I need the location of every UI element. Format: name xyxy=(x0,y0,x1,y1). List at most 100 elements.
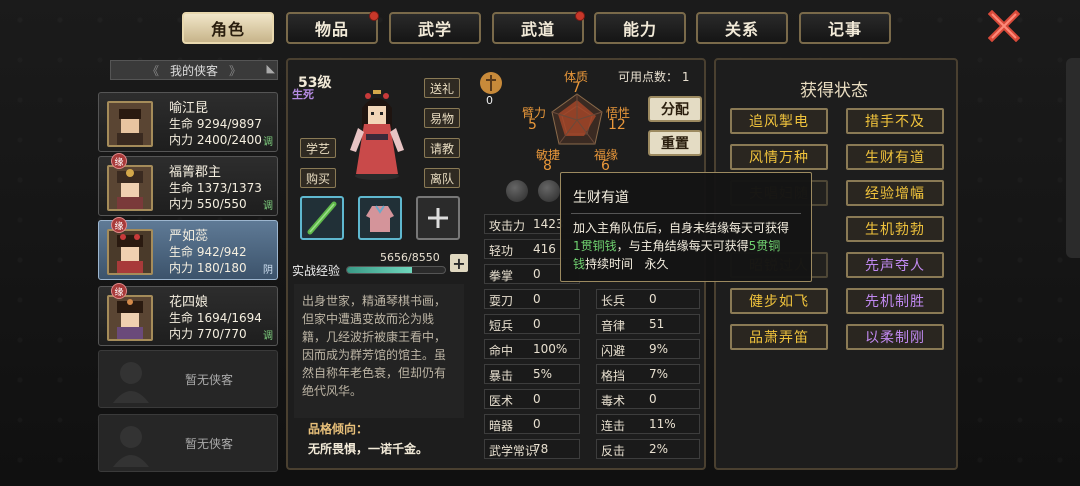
stat-name: 暴击 xyxy=(489,369,514,383)
token-count: 0 xyxy=(486,94,493,107)
tab-label: 能力 xyxy=(622,20,657,39)
assign-button[interactable]: 分配 xyxy=(648,96,702,122)
tab-label: 关系 xyxy=(724,20,759,39)
reset-button[interactable]: 重置 xyxy=(648,130,702,156)
stat-value: 0 xyxy=(533,292,541,306)
weapon-slot[interactable] xyxy=(300,196,344,240)
exp-progress-fill xyxy=(347,267,412,273)
consult-button[interactable]: 请教 xyxy=(424,138,460,158)
hero-portrait xyxy=(107,101,153,147)
status-buff[interactable]: 以柔制刚 xyxy=(846,324,944,350)
hero-name: 福箐郡主 xyxy=(169,165,222,180)
notification-dot xyxy=(575,11,585,21)
stat-value: 1423 xyxy=(533,217,564,231)
stat-cell: 音律 51 xyxy=(596,314,700,334)
status-buff[interactable]: 先机制胜 xyxy=(846,288,944,314)
tab-martial-way[interactable]: 武道 xyxy=(492,11,585,44)
tooltip-highlight: 1贯铜钱 xyxy=(573,239,617,253)
status-buff[interactable]: 追风掣电 xyxy=(730,108,828,134)
chevron-left-icon[interactable]: 《 xyxy=(147,62,159,79)
status-buff[interactable]: 经验增幅 xyxy=(846,180,944,206)
close-icon[interactable] xyxy=(988,10,1020,42)
personality-text: 无所畏惧，一诺千金。 xyxy=(308,442,429,456)
tooltip-line: 1贯铜钱，与主角结缘每天可获得5贯铜 xyxy=(573,237,805,254)
hero-portrait xyxy=(107,229,153,275)
points-label: 可用点数： xyxy=(618,70,679,84)
exp-label: 实战经验 xyxy=(292,264,341,278)
hero-tag: 调 xyxy=(263,201,273,212)
armor-slot[interactable] xyxy=(358,196,402,240)
hero-name: 花四娘 xyxy=(169,295,209,310)
stat-value: 2% xyxy=(649,442,669,456)
potion-slot-icon[interactable] xyxy=(538,180,560,202)
stat-name: 医术 xyxy=(489,394,514,408)
personality-title: 品格倾向： xyxy=(308,422,369,436)
stat-value: 100% xyxy=(533,342,568,356)
stat-name: 命中 xyxy=(489,344,514,358)
character-sprite xyxy=(350,90,404,180)
hero-tag: 阴 xyxy=(263,265,273,276)
tab-items[interactable]: 物品 xyxy=(286,11,379,44)
toggle-icon[interactable]: ◣ xyxy=(267,62,275,75)
stat-cell: 毒术 0 xyxy=(596,389,700,409)
tab-label: 记事 xyxy=(827,20,862,39)
hero-card[interactable]: 缘 福箐郡主 生命 1373/1373 内力 550/550 调 xyxy=(98,153,278,216)
learn-button[interactable]: 学艺 xyxy=(300,138,336,158)
side-drawer-handle[interactable] xyxy=(1066,58,1080,258)
status-buff[interactable]: 健步如飞 xyxy=(730,288,828,314)
hero-list-header: 《 我的侠客 》 ◣ xyxy=(110,60,278,80)
hero-mp: 内力 550/550 xyxy=(169,197,247,211)
hero-card[interactable]: 缘 花四娘 生命 1694/1694 内力 770/770 调 xyxy=(98,283,278,346)
chevron-right-icon[interactable]: 》 xyxy=(229,62,241,79)
add-equipment-slot[interactable] xyxy=(416,196,460,240)
tab-character[interactable]: 角色 xyxy=(182,12,274,44)
tooltip-highlight: 钱 xyxy=(573,257,586,271)
bond-badge: 缘 xyxy=(111,217,127,233)
status-panel-title: 获得状态 xyxy=(800,81,868,101)
tab-journal[interactable]: 记事 xyxy=(799,12,891,44)
potion-slot-icon[interactable] xyxy=(506,180,528,202)
tab-label: 物品 xyxy=(314,20,349,39)
stat-cell: 格挡 7% xyxy=(596,364,700,384)
stat-cell: 长兵 0 xyxy=(596,289,700,309)
robe-icon xyxy=(366,205,394,232)
stat-cell: 暗器 0 xyxy=(484,414,580,434)
status-buff[interactable]: 措手不及 xyxy=(846,108,944,134)
tooltip-duration-value: 永久 xyxy=(644,257,669,271)
hero-hp: 生命 9294/9897 xyxy=(169,117,262,131)
status-buff[interactable]: 风情万种 xyxy=(730,144,828,170)
bond-badge: 缘 xyxy=(111,283,127,299)
leave-party-button[interactable]: 离队 xyxy=(424,168,460,188)
attr-strength-value: 5 xyxy=(528,117,537,133)
stat-value: 416 xyxy=(533,242,556,256)
stat-value: 0 xyxy=(533,267,541,281)
stat-name: 毒术 xyxy=(601,394,626,408)
gift-button[interactable]: 送礼 xyxy=(424,78,460,98)
tooltip-duration-label: 持续时间 xyxy=(585,257,634,271)
status-buff[interactable]: 品萧弄笛 xyxy=(730,324,828,350)
tab-martial-arts[interactable]: 武学 xyxy=(389,12,481,44)
stat-cell: 暴击 5% xyxy=(484,364,580,384)
hero-card[interactable]: 喻江昆 生命 9294/9897 内力 2400/2400 调 xyxy=(98,92,278,152)
stat-value: 0 xyxy=(533,417,541,431)
hero-hp: 生命 1373/1373 xyxy=(169,181,262,195)
tab-relations[interactable]: 关系 xyxy=(696,12,788,44)
empty-slot-label: 暂无侠客 xyxy=(185,373,234,387)
character-status: 生死 xyxy=(292,88,314,101)
stat-cell: 命中 100% xyxy=(484,339,580,359)
buy-button[interactable]: 购买 xyxy=(300,168,336,188)
add-exp-button[interactable]: + xyxy=(450,254,468,273)
character-bio: 出身世家，精通琴棋书画，但家中遭遇变故而沦为贱籍，几经波折被康王看中，因而成为群… xyxy=(294,284,464,418)
stat-cell: 短兵 0 xyxy=(484,314,580,334)
status-buff[interactable]: 先声夺人 xyxy=(846,252,944,278)
tab-abilities[interactable]: 能力 xyxy=(594,12,686,44)
status-buff[interactable]: 生机勃勃 xyxy=(846,216,944,242)
stat-name: 短兵 xyxy=(489,319,514,333)
status-buff[interactable]: 生财有道 xyxy=(846,144,944,170)
tooltip-highlight: 5贯铜 xyxy=(748,239,781,253)
stat-cell: 耍刀 0 xyxy=(484,289,580,309)
hero-mp: 内力 180/180 xyxy=(169,261,247,275)
trade-button[interactable]: 易物 xyxy=(424,108,460,128)
hero-card-selected[interactable]: 缘 严如蕊 生命 942/942 内力 180/180 阴 xyxy=(98,217,278,280)
stat-value: 0 xyxy=(533,392,541,406)
